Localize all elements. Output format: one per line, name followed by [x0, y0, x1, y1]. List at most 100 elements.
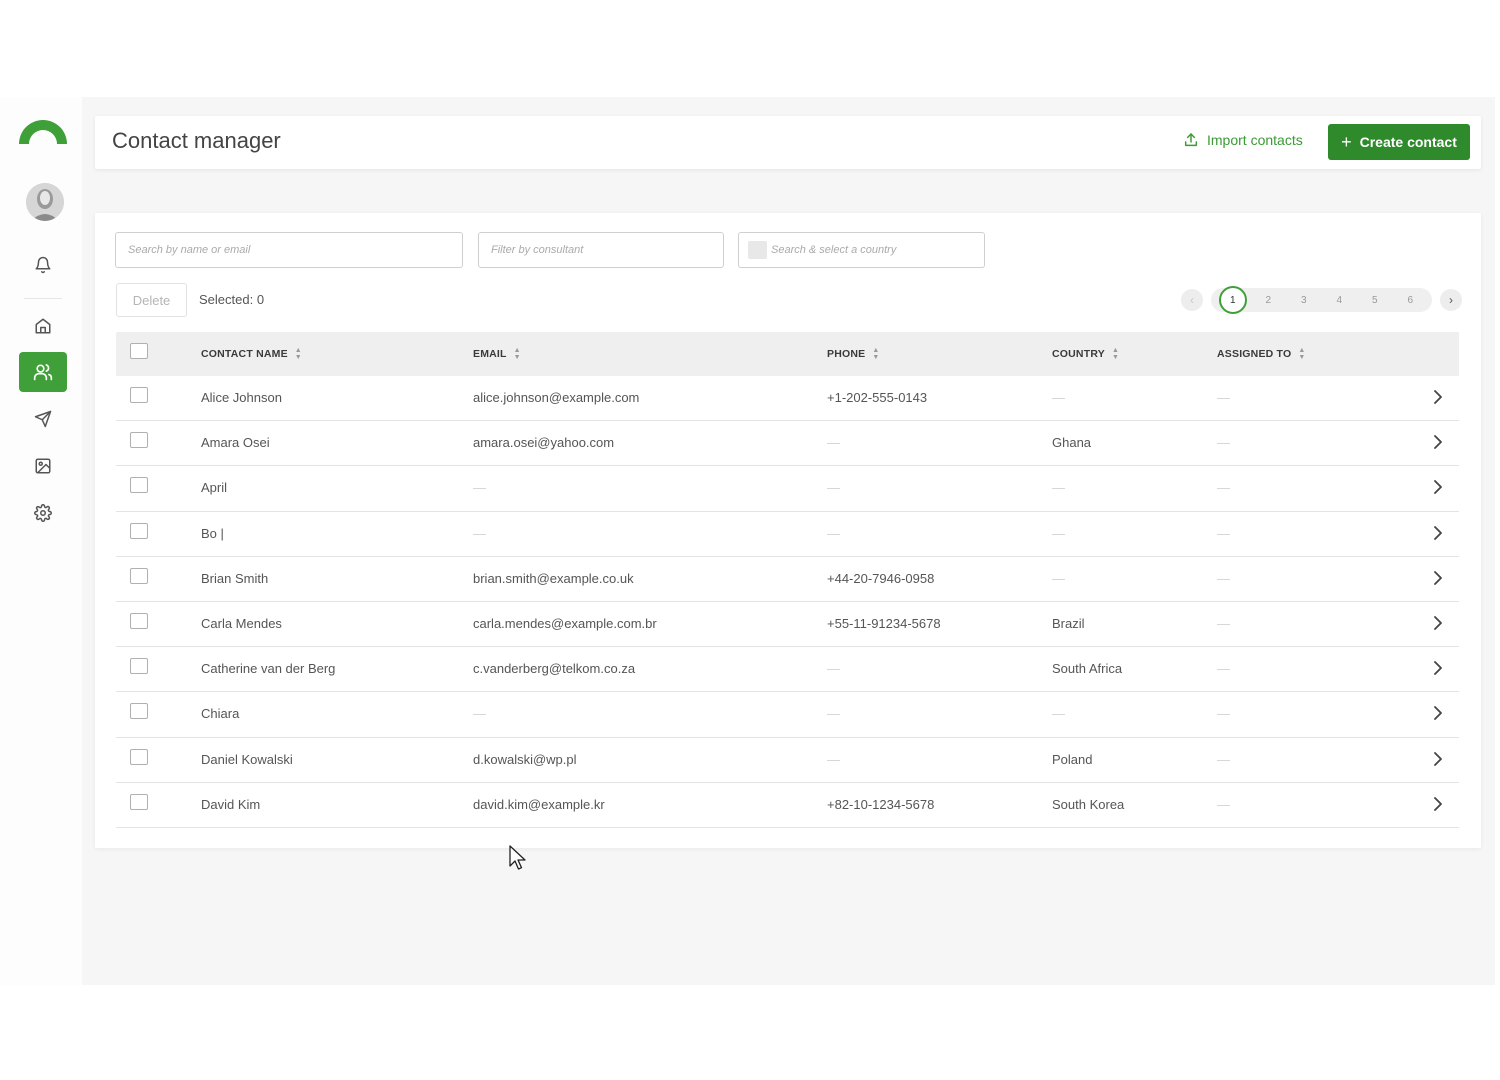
prev-page-icon[interactable]: ‹: [1181, 289, 1203, 311]
chevron-right-icon[interactable]: [1430, 387, 1446, 407]
cell-email[interactable]: amara.osei@yahoo.com: [473, 435, 614, 450]
table-row[interactable]: Daniel Kowalski d.kowalski@wp.pl — Poland —: [116, 738, 1459, 783]
cell-name: Carla Mendes: [201, 615, 282, 631]
table-body: Alice Johnson alice.johnson@example.com +1…: [116, 376, 1459, 828]
cell-country: —: [1052, 480, 1065, 496]
next-page-icon[interactable]: ›: [1440, 289, 1462, 311]
table-row[interactable]: Chiara — — — —: [116, 692, 1459, 738]
cell-phone: —: [827, 525, 840, 541]
cell-country: South Korea: [1052, 796, 1125, 812]
cell-country: Poland: [1052, 751, 1093, 767]
chevron-right-icon[interactable]: [1430, 477, 1446, 497]
search-input[interactable]: [115, 232, 463, 268]
logo-icon[interactable]: [18, 116, 68, 146]
table-row[interactable]: Brian Smith brian.smith@example.co.uk +44-…: [116, 557, 1459, 602]
page-5[interactable]: 5: [1357, 288, 1393, 312]
cell-assigned: —: [1217, 751, 1230, 767]
cell-email[interactable]: brian.smith@example.co.uk: [473, 571, 634, 586]
contacts-panel: Delete Selected: 0 ‹ 1 2 3 4 5 6 › CONTA…: [95, 213, 1481, 848]
page-1[interactable]: 1: [1215, 286, 1251, 314]
sidebar-divider: [24, 298, 62, 299]
cell-name: David Kim: [201, 796, 261, 812]
chevron-right-icon[interactable]: [1430, 523, 1446, 543]
row-checkbox[interactable]: [130, 387, 148, 403]
row-checkbox[interactable]: [130, 612, 148, 629]
create-contact-button[interactable]: + Create contact: [1328, 124, 1470, 160]
table-row[interactable]: David Kim david.kim@example.kr +82-10-1234…: [116, 783, 1459, 828]
page-header: Contact manager Import contacts + Create…: [95, 116, 1481, 169]
cell-phone: +55-11-91234-5678: [827, 615, 941, 631]
chevron-right-icon[interactable]: [1430, 568, 1446, 588]
page-4[interactable]: 4: [1322, 288, 1358, 312]
row-checkbox[interactable]: [130, 748, 148, 765]
home-icon[interactable]: [19, 306, 67, 346]
contacts-icon[interactable]: [19, 352, 67, 392]
cell-name: April: [201, 480, 228, 496]
upload-icon: [1184, 133, 1198, 147]
page-2[interactable]: 2: [1251, 288, 1287, 312]
delete-button[interactable]: Delete: [116, 283, 187, 317]
cell-assigned: —: [1217, 525, 1230, 541]
select-all-checkbox[interactable]: [130, 343, 148, 359]
cell-name: Alice Johnson: [201, 390, 282, 405]
column-header-assigned[interactable]: ASSIGNED TO ▲ ▼: [1217, 347, 1306, 361]
consultant-filter-input[interactable]: [478, 232, 724, 268]
cell-email[interactable]: c.vanderberg@telkom.co.za: [473, 661, 635, 676]
column-header-name[interactable]: CONTACT NAME ▲ ▼: [201, 347, 302, 361]
cell-country: South Africa: [1052, 661, 1123, 677]
chevron-right-icon[interactable]: [1430, 794, 1446, 814]
settings-icon[interactable]: [19, 493, 67, 533]
table-row[interactable]: Carla Mendes carla.mendes@example.com.br +…: [116, 602, 1459, 648]
chevron-right-icon[interactable]: [1430, 703, 1446, 723]
cell-email: —: [473, 706, 486, 722]
cell-email[interactable]: alice.johnson@example.com: [473, 390, 639, 405]
row-checkbox[interactable]: [130, 703, 148, 720]
cell-assigned: —: [1217, 480, 1230, 496]
column-header-phone[interactable]: PHONE ▲ ▼: [827, 347, 879, 361]
table-row[interactable]: April — — — —: [116, 466, 1459, 512]
row-checkbox[interactable]: [130, 658, 148, 675]
country-search-input[interactable]: [771, 233, 981, 267]
table-row[interactable]: Alice Johnson alice.johnson@example.com +1…: [116, 376, 1459, 422]
cell-phone: —: [827, 480, 840, 496]
chevron-right-icon[interactable]: [1430, 658, 1446, 678]
create-contact-label: Create contact: [1359, 134, 1457, 150]
table-row[interactable]: Catherine van der Berg c.vanderberg@telko…: [116, 647, 1459, 693]
cell-email[interactable]: d.kowalski@wp.pl: [473, 752, 577, 767]
sort-icon: ▲ ▼: [1298, 347, 1306, 361]
page-6[interactable]: 6: [1393, 288, 1429, 312]
image-icon[interactable]: [19, 446, 67, 486]
row-checkbox[interactable]: [130, 522, 148, 539]
row-checkbox[interactable]: [130, 432, 148, 449]
cell-assigned: —: [1217, 706, 1230, 722]
sort-icon: ▲ ▼: [513, 347, 521, 361]
chevron-right-icon[interactable]: [1430, 432, 1446, 452]
mouse-cursor-icon: [509, 845, 527, 876]
avatar[interactable]: [26, 183, 64, 221]
cell-phone: +44-20-7946-0958: [827, 570, 935, 586]
cell-assigned: —: [1217, 796, 1230, 812]
sort-icon: ▲ ▼: [1111, 347, 1120, 361]
bell-icon[interactable]: [19, 245, 67, 285]
row-checkbox[interactable]: [130, 477, 148, 494]
page-3[interactable]: 3: [1286, 288, 1322, 312]
cell-phone: —: [827, 706, 840, 722]
table-row[interactable]: Amara Osei amara.osei@yahoo.com — Ghana —: [116, 421, 1459, 467]
row-checkbox[interactable]: [130, 793, 148, 810]
sort-icon: ▲ ▼: [872, 347, 880, 361]
cell-country: Brazil: [1052, 615, 1085, 631]
column-header-email[interactable]: EMAIL ▲ ▼: [473, 347, 521, 361]
cell-email: —: [473, 480, 486, 496]
chevron-right-icon[interactable]: [1430, 749, 1446, 769]
cell-email[interactable]: carla.mendes@example.com.br: [473, 616, 657, 631]
chevron-right-icon[interactable]: [1430, 613, 1446, 633]
row-checkbox[interactable]: [130, 567, 148, 584]
table-row[interactable]: Bo | — — — —: [116, 512, 1459, 557]
cell-phone: —: [827, 751, 840, 767]
cell-email[interactable]: david.kim@example.kr: [473, 797, 605, 812]
country-select[interactable]: [738, 232, 985, 268]
send-icon[interactable]: [19, 399, 67, 439]
selected-count: Selected: 0: [199, 292, 265, 307]
import-contacts-button[interactable]: Import contacts: [1183, 132, 1303, 148]
column-header-country[interactable]: COUNTRY ▲ ▼: [1052, 347, 1119, 361]
